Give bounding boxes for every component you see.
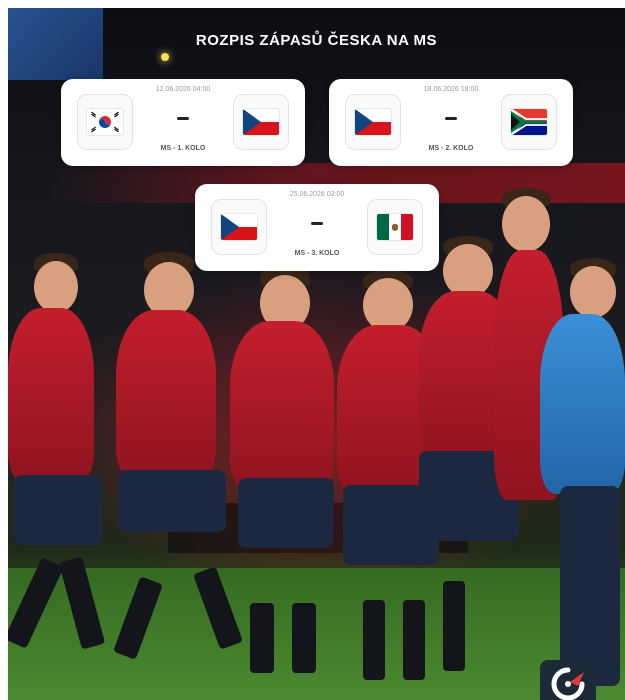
match-card[interactable]: 12.06.2026 04:00 MS - 1. KOLO (61, 79, 305, 166)
team-box (211, 199, 267, 255)
south-korea-flag-icon (87, 109, 123, 135)
match-datetime: 18.06.2026 18:00 (423, 86, 479, 93)
mexico-flag-icon (377, 214, 413, 240)
app-logo-icon (551, 667, 585, 700)
match-card[interactable]: 25.06.2026 03:00 MS - 3. KOLO (195, 184, 439, 271)
czechia-flag-icon (243, 109, 279, 135)
app-logo-button[interactable] (540, 660, 596, 700)
match-datetime: 12.06.2026 04:00 (155, 86, 211, 93)
czechia-flag-icon (355, 109, 391, 135)
team-box (501, 94, 557, 150)
team-box (367, 199, 423, 255)
team-box (77, 94, 133, 150)
team-box (233, 94, 289, 150)
floodlight (161, 53, 169, 61)
page-title: ROZPIS ZÁPASŮ ČESKA NA MS (195, 32, 438, 49)
team-box (345, 94, 401, 150)
score-separator (177, 117, 189, 120)
match-datetime: 25.06.2026 03:00 (289, 191, 345, 198)
hero-photo: ROZPIS ZÁPASŮ ČESKA NA MS 12.06.2026 04:… (8, 8, 625, 700)
match-stage: MS - 2. KOLO (428, 145, 474, 152)
czechia-flag-icon (221, 214, 257, 240)
match-stage: MS - 3. KOLO (294, 250, 340, 257)
score-separator (445, 117, 457, 120)
staff-figure (530, 256, 625, 696)
match-stage: MS - 1. KOLO (160, 145, 206, 152)
score-separator (311, 222, 323, 225)
south-africa-flag-icon (511, 109, 547, 135)
match-card[interactable]: 18.06.2026 18:00 MS - 2. KOLO (329, 79, 573, 166)
